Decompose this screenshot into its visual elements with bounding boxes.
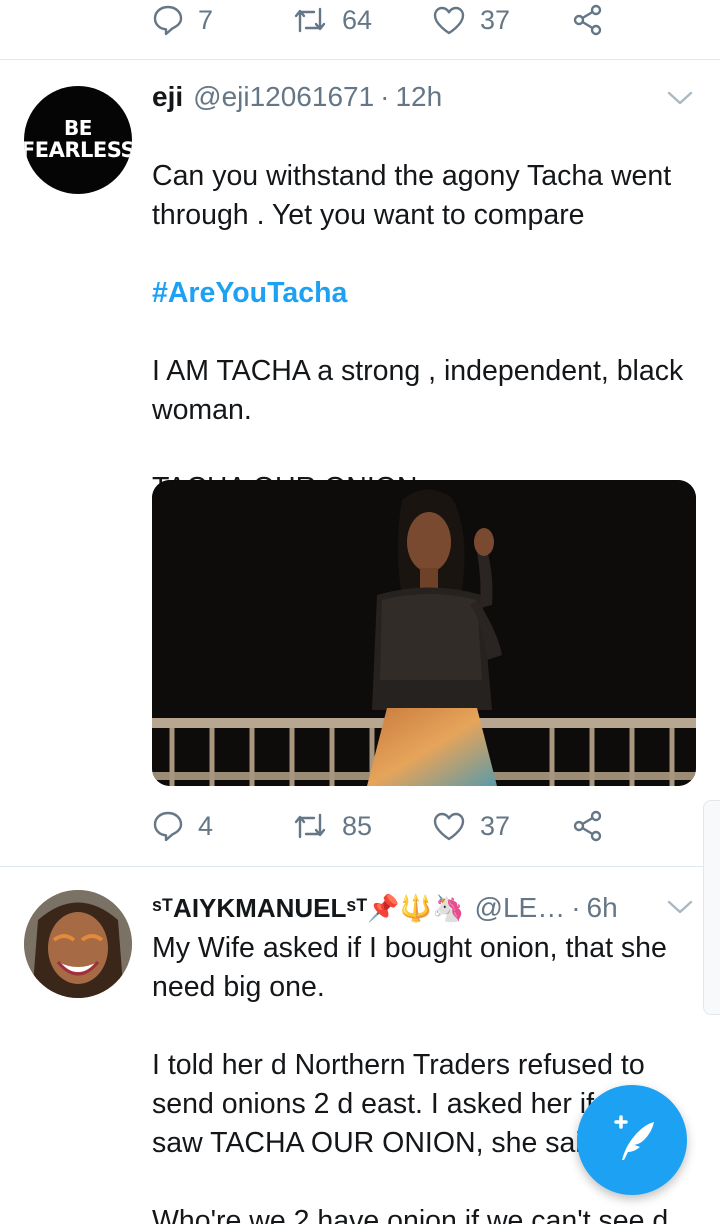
chevron-down-icon[interactable] [666, 88, 694, 108]
hashtag-link[interactable]: #AreYouTacha [152, 277, 347, 309]
reply-count: 7 [198, 4, 214, 35]
photo-illustration [152, 480, 696, 786]
avatar-text-line2: FEARLESS [24, 138, 132, 163]
tweet-text-line1: Can you withstand the agony Tacha went t… [152, 160, 672, 231]
separator: · [571, 892, 581, 923]
reply-icon [153, 811, 183, 842]
retweet-button[interactable]: 85 [292, 810, 432, 842]
like-button[interactable]: 37 [432, 4, 572, 36]
user-name[interactable]: ˢᵀAIYKMANUELˢᵀ📌🔱🦄 [152, 893, 465, 924]
avatar-text-line1: BE [64, 116, 92, 141]
retweet-count: 85 [342, 810, 373, 841]
retweet-count: 64 [342, 4, 373, 35]
like-count: 37 [480, 810, 511, 841]
avatar-illustration [24, 890, 132, 998]
divider [0, 59, 720, 60]
tweet-action-bar: 4 85 37 [152, 806, 622, 846]
user-handle[interactable]: @LE… [475, 892, 566, 924]
tweet-photo[interactable] [152, 480, 696, 786]
retweet-icon [294, 7, 326, 33]
like-icon [433, 812, 465, 841]
tweet-header: eji @eji12061671 · 12h [152, 79, 442, 115]
user-handle[interactable]: @eji12061671 [193, 81, 374, 113]
like-count: 37 [480, 4, 511, 35]
retweet-icon [294, 813, 326, 839]
timestamp: 12h [395, 81, 443, 112]
like-icon [433, 6, 465, 35]
user-name[interactable]: eji [152, 81, 183, 113]
compose-tweet-button[interactable] [577, 1085, 687, 1195]
separator: · [380, 81, 390, 112]
avatar[interactable]: BE FEARLESS [24, 86, 132, 194]
share-icon [573, 4, 602, 36]
like-button[interactable]: 37 [432, 810, 572, 842]
chevron-down-icon[interactable] [666, 897, 694, 917]
scrollbar[interactable] [703, 800, 720, 1015]
reply-icon [153, 5, 183, 36]
share-button[interactable] [572, 810, 604, 842]
retweet-button[interactable]: 64 [292, 4, 432, 36]
share-icon [573, 810, 602, 842]
reply-count: 4 [198, 810, 214, 841]
divider [0, 866, 720, 867]
share-button[interactable] [572, 4, 604, 36]
timestamp: 6h [586, 892, 618, 923]
top-action-bar: 7 64 37 [152, 0, 622, 40]
compose-icon [614, 1115, 654, 1160]
tweet-header: ˢᵀAIYKMANUELˢᵀ📌🔱🦄 @LE… · 6h [152, 890, 618, 926]
avatar[interactable] [24, 890, 132, 998]
reply-button[interactable]: 4 [152, 810, 292, 842]
reply-button[interactable]: 7 [152, 4, 292, 36]
